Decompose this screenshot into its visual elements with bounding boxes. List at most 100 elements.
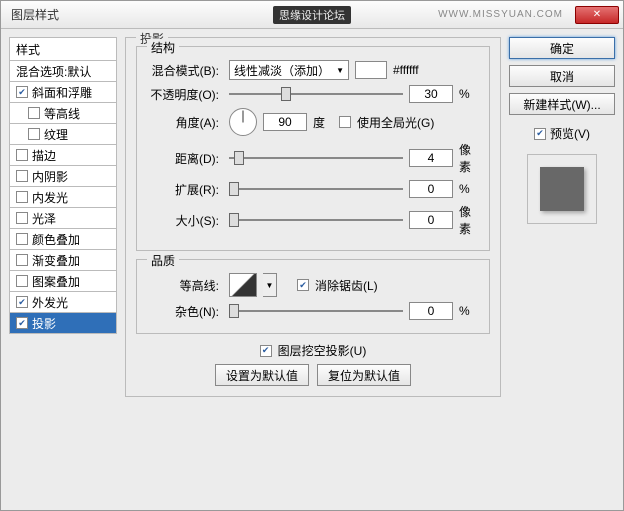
size-slider[interactable] [229,212,403,228]
sidebar-item-10[interactable]: 外发光 [9,292,117,313]
dialog-body: 样式 混合选项:默认 斜面和浮雕等高线纹理描边内阴影内发光光泽颜色叠加渐变叠加图… [1,29,623,510]
distance-row: 距离(D): 4 像素 [147,141,479,175]
blend-mode-label: 混合模式(B): [147,62,223,79]
preview-row: 预览(V) [509,125,615,142]
sidebar-item-4[interactable]: 内阴影 [9,166,117,187]
sidebar-checkbox[interactable] [16,233,28,245]
noise-label: 杂色(N): [147,303,223,320]
sidebar-checkbox[interactable] [16,170,28,182]
settings-panel: 投影 结构 混合模式(B): 线性减淡（添加）▼ #ffffff 不透明度(O)… [125,37,501,502]
sidebar-checkbox[interactable] [16,191,28,203]
spread-row: 扩展(R): 0 % [147,180,479,198]
sidebar-item-label: 内阴影 [32,168,68,185]
make-default-button[interactable]: 设置为默认值 [215,364,309,386]
sidebar-item-7[interactable]: 颜色叠加 [9,229,117,250]
preview-label: 预览(V) [550,125,590,142]
quality-title: 品质 [147,252,179,269]
global-light-label: 使用全局光(G) [357,114,434,131]
defaults-buttons: 设置为默认值 复位为默认值 [136,364,490,386]
blend-mode-row: 混合模式(B): 线性减淡（添加）▼ #ffffff [147,60,479,80]
sidebar-item-3[interactable]: 描边 [9,145,117,166]
spread-input[interactable]: 0 [409,180,453,198]
sidebar-checkbox[interactable] [16,254,28,266]
contour-row: 等高线: ▼ 消除锯齿(L) [147,273,479,297]
preview-checkbox[interactable] [534,128,546,140]
reset-default-button[interactable]: 复位为默认值 [317,364,411,386]
brand-url: WWW.MISSYUAN.COM [438,9,563,20]
noise-input[interactable]: 0 [409,302,453,320]
opacity-input[interactable]: 30 [409,85,453,103]
blend-mode-select[interactable]: 线性减淡（添加）▼ [229,60,349,80]
sidebar-item-label: 渐变叠加 [32,252,80,269]
cancel-button[interactable]: 取消 [509,65,615,87]
contour-dropdown[interactable]: ▼ [263,273,277,297]
sidebar-item-label: 描边 [32,147,56,164]
angle-input[interactable]: 90 [263,113,307,131]
sidebar-item-label: 投影 [32,315,56,332]
spread-slider[interactable] [229,181,403,197]
opacity-slider[interactable] [229,86,403,102]
quality-group: 品质 等高线: ▼ 消除锯齿(L) 杂色(N): 0 % [136,259,490,334]
knockout-label: 图层挖空投影(U) [278,342,367,359]
knockout-row: 图层挖空投影(U) [136,342,490,359]
sidebar-item-label: 图案叠加 [32,273,80,290]
angle-row: 角度(A): 90 度 使用全局光(G) [147,108,479,136]
angle-label: 角度(A): [147,114,223,131]
sidebar-item-9[interactable]: 图案叠加 [9,271,117,292]
sidebar-item-label: 纹理 [44,126,68,143]
distance-slider[interactable] [229,150,403,166]
spread-label: 扩展(R): [147,181,223,198]
sidebar-item-label: 内发光 [32,189,68,206]
styles-sidebar: 样式 混合选项:默认 斜面和浮雕等高线纹理描边内阴影内发光光泽颜色叠加渐变叠加图… [9,37,117,502]
drop-shadow-group: 投影 结构 混合模式(B): 线性减淡（添加）▼ #ffffff 不透明度(O)… [125,37,501,397]
antialias-checkbox[interactable] [297,279,309,291]
contour-picker[interactable] [229,273,257,297]
styles-header[interactable]: 样式 [9,37,117,61]
preview-swatch [540,167,584,211]
chevron-down-icon: ▼ [336,66,344,75]
color-swatch[interactable] [355,61,387,79]
antialias-label: 消除锯齿(L) [315,277,378,294]
distance-input[interactable]: 4 [409,149,453,167]
structure-group: 结构 混合模式(B): 线性减淡（添加）▼ #ffffff 不透明度(O): 3… [136,46,490,251]
layer-style-window: 图层样式 思缘设计论坛 WWW.MISSYUAN.COM ✕ 样式 混合选项:默… [0,0,624,511]
sidebar-checkbox[interactable] [16,149,28,161]
ok-button[interactable]: 确定 [509,37,615,59]
sidebar-item-label: 外发光 [32,294,68,311]
sidebar-item-5[interactable]: 内发光 [9,187,117,208]
structure-title: 结构 [147,39,179,56]
sidebar-item-0[interactable]: 斜面和浮雕 [9,82,117,103]
global-light-checkbox[interactable] [339,116,351,128]
sidebar-item-2[interactable]: 纹理 [9,124,117,145]
size-input[interactable]: 0 [409,211,453,229]
new-style-button[interactable]: 新建样式(W)... [509,93,615,115]
sidebar-checkbox[interactable] [16,296,28,308]
noise-slider[interactable] [229,303,403,319]
sidebar-item-label: 光泽 [32,210,56,227]
sidebar-checkbox[interactable] [28,128,40,140]
angle-dial[interactable] [229,108,257,136]
close-button[interactable]: ✕ [575,6,619,24]
sidebar-item-label: 斜面和浮雕 [32,84,92,101]
brand-badge: 思缘设计论坛 [273,6,351,24]
noise-row: 杂色(N): 0 % [147,302,479,320]
sidebar-checkbox[interactable] [16,86,28,98]
sidebar-item-label: 等高线 [44,105,80,122]
sidebar-checkbox[interactable] [16,275,28,287]
sidebar-item-blending[interactable]: 混合选项:默认 [9,61,117,82]
sidebar-checkbox[interactable] [16,317,28,329]
sidebar-item-6[interactable]: 光泽 [9,208,117,229]
titlebar: 图层样式 思缘设计论坛 WWW.MISSYUAN.COM ✕ [1,1,623,29]
sidebar-item-11[interactable]: 投影 [9,313,117,334]
knockout-checkbox[interactable] [260,345,272,357]
sidebar-checkbox[interactable] [16,212,28,224]
opacity-label: 不透明度(O): [147,86,223,103]
size-row: 大小(S): 0 像素 [147,203,479,237]
sidebar-item-label: 颜色叠加 [32,231,80,248]
preview-box [527,154,597,224]
sidebar-item-8[interactable]: 渐变叠加 [9,250,117,271]
color-hex: #ffffff [393,63,419,77]
sidebar-item-1[interactable]: 等高线 [9,103,117,124]
sidebar-checkbox[interactable] [28,107,40,119]
opacity-row: 不透明度(O): 30 % [147,85,479,103]
